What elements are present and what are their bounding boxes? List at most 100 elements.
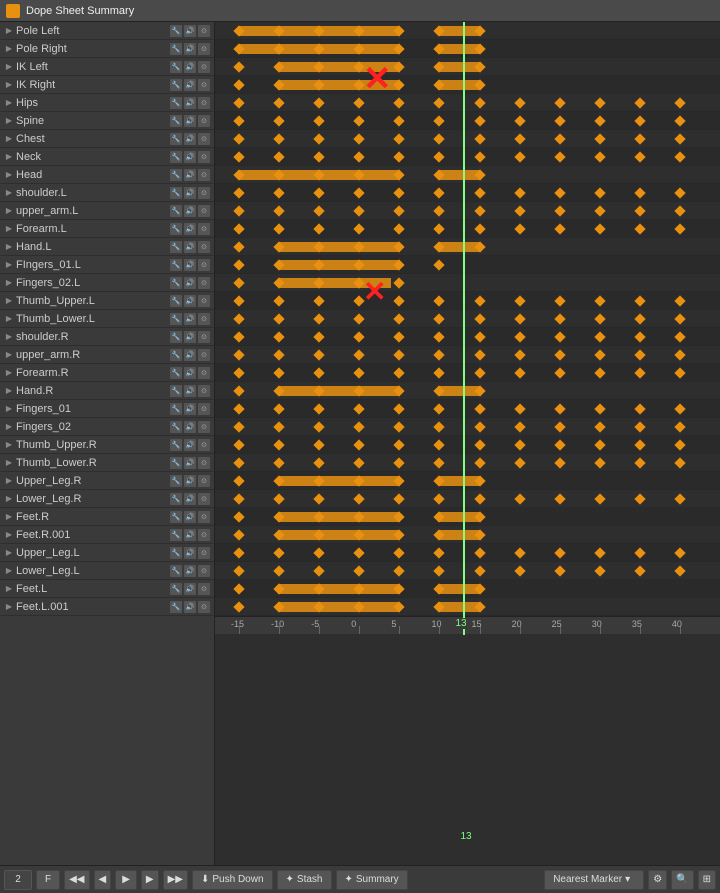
keyframe-diamond[interactable] (233, 529, 244, 540)
timeline-row[interactable] (215, 166, 720, 184)
timeline-row[interactable] (215, 292, 720, 310)
keyframe-diamond[interactable] (594, 403, 605, 414)
bone-icon-speaker[interactable]: 🔊 (184, 547, 196, 559)
bone-icon-restrict[interactable]: ⊙ (198, 43, 210, 55)
keyframe-diamond[interactable] (434, 313, 445, 324)
bone-item[interactable]: ▶ upper_arm.L 🔧 🔊 ⊙ (0, 202, 214, 220)
bone-item[interactable]: ▶ Thumb_Lower.L 🔧 🔊 ⊙ (0, 310, 214, 328)
keyframe-diamond[interactable] (314, 115, 325, 126)
timeline-area[interactable]: ✕ ✕ 13 -15-10-5051015202530354013 (215, 22, 720, 865)
keyframe-diamond[interactable] (233, 241, 244, 252)
keyframe-diamond[interactable] (434, 421, 445, 432)
keyframe-diamond[interactable] (314, 313, 325, 324)
keyframe-diamond[interactable] (314, 439, 325, 450)
timeline-row[interactable] (215, 562, 720, 580)
keyframe-diamond[interactable] (314, 421, 325, 432)
keyframe-diamond[interactable] (354, 439, 365, 450)
keyframe-diamond[interactable] (233, 133, 244, 144)
keyframe-diamond[interactable] (354, 115, 365, 126)
keyframe-diamond[interactable] (474, 223, 485, 234)
keyframe-diamond[interactable] (434, 97, 445, 108)
bone-item[interactable]: ▶ Head 🔧 🔊 ⊙ (0, 166, 214, 184)
keyframe-diamond[interactable] (634, 349, 645, 360)
bone-icon-wrench[interactable]: 🔧 (170, 151, 182, 163)
keyframe-diamond[interactable] (314, 403, 325, 414)
keyframe-diamond[interactable] (233, 601, 244, 612)
keyframe-diamond[interactable] (474, 313, 485, 324)
expand-arrow[interactable]: ▶ (4, 548, 14, 558)
expand-arrow[interactable]: ▶ (4, 602, 14, 612)
timeline-row[interactable] (215, 418, 720, 436)
keyframe-diamond[interactable] (273, 565, 284, 576)
keyframe-diamond[interactable] (594, 439, 605, 450)
keyframe-diamond[interactable] (634, 367, 645, 378)
keyframe-diamond[interactable] (674, 133, 685, 144)
timeline-row[interactable] (215, 346, 720, 364)
bone-icon-restrict[interactable]: ⊙ (198, 565, 210, 577)
bone-icon-speaker[interactable]: 🔊 (184, 601, 196, 613)
bone-icon-restrict[interactable]: ⊙ (198, 61, 210, 73)
keyframe-diamond[interactable] (394, 349, 405, 360)
timeline-row[interactable] (215, 436, 720, 454)
keyframe-diamond[interactable] (233, 187, 244, 198)
keyframe-diamond[interactable] (314, 187, 325, 198)
bone-item[interactable]: ▶ Pole Left 🔧 🔊 ⊙ (0, 22, 214, 40)
expand-arrow[interactable]: ▶ (4, 242, 14, 252)
keyframe-diamond[interactable] (273, 313, 284, 324)
keyframe-diamond[interactable] (514, 403, 525, 414)
keyframe-diamond[interactable] (233, 439, 244, 450)
keyframe-diamond[interactable] (233, 403, 244, 414)
bone-icon-restrict[interactable]: ⊙ (198, 475, 210, 487)
expand-arrow[interactable]: ▶ (4, 134, 14, 144)
bone-icon-wrench[interactable]: 🔧 (170, 259, 182, 271)
keyframe-diamond[interactable] (273, 493, 284, 504)
bone-icon-restrict[interactable]: ⊙ (198, 205, 210, 217)
bone-icon-wrench[interactable]: 🔧 (170, 331, 182, 343)
keyframe-diamond[interactable] (514, 187, 525, 198)
keyframe-diamond[interactable] (514, 133, 525, 144)
bone-item[interactable]: ▶ Thumb_Upper.L 🔧 🔊 ⊙ (0, 292, 214, 310)
keyframe-diamond[interactable] (394, 403, 405, 414)
keyframe-diamond[interactable] (554, 331, 565, 342)
keyframe-diamond[interactable] (273, 331, 284, 342)
keyframe-diamond[interactable] (354, 493, 365, 504)
keyframe-diamond[interactable] (314, 547, 325, 558)
keyframe-diamond[interactable] (394, 313, 405, 324)
keyframe-diamond[interactable] (554, 223, 565, 234)
bone-icon-wrench[interactable]: 🔧 (170, 475, 182, 487)
keyframe-diamond[interactable] (634, 151, 645, 162)
keyframe-diamond[interactable] (514, 97, 525, 108)
bone-item[interactable]: ▶ Fingers_02.L 🔧 🔊 ⊙ (0, 274, 214, 292)
bone-item[interactable]: ▶ Chest 🔧 🔊 ⊙ (0, 130, 214, 148)
bone-icon-speaker[interactable]: 🔊 (184, 115, 196, 127)
bone-icon-wrench[interactable]: 🔧 (170, 457, 182, 469)
timeline-row[interactable] (215, 328, 720, 346)
expand-arrow[interactable]: ▶ (4, 566, 14, 576)
keyframe-diamond[interactable] (434, 547, 445, 558)
bone-icon-restrict[interactable]: ⊙ (198, 367, 210, 379)
bone-item[interactable]: ▶ IK Right 🔧 🔊 ⊙ (0, 76, 214, 94)
keyframe-diamond[interactable] (674, 565, 685, 576)
keyframe-diamond[interactable] (354, 349, 365, 360)
keyframe-diamond[interactable] (634, 565, 645, 576)
keyframe-diamond[interactable] (554, 133, 565, 144)
timeline-row[interactable] (215, 130, 720, 148)
keyframe-diamond[interactable] (394, 97, 405, 108)
bone-item[interactable]: ▶ FIngers_01.L 🔧 🔊 ⊙ (0, 256, 214, 274)
timeline-row[interactable] (215, 274, 720, 292)
bone-item[interactable]: ▶ Thumb_Lower.R 🔧 🔊 ⊙ (0, 454, 214, 472)
keyframe-diamond[interactable] (474, 493, 485, 504)
expand-arrow[interactable]: ▶ (4, 332, 14, 342)
keyframe-diamond[interactable] (354, 565, 365, 576)
keyframe-diamond[interactable] (233, 331, 244, 342)
stash-btn[interactable]: ✦ Stash (277, 870, 332, 890)
keyframe-diamond[interactable] (674, 97, 685, 108)
expand-arrow[interactable]: ▶ (4, 386, 14, 396)
expand-arrow[interactable]: ▶ (4, 260, 14, 270)
keyframe-diamond[interactable] (233, 349, 244, 360)
keyframe-diamond[interactable] (514, 565, 525, 576)
keyframe-diamond[interactable] (394, 295, 405, 306)
keyframe-diamond[interactable] (233, 421, 244, 432)
bone-item[interactable]: ▶ Feet.L 🔧 🔊 ⊙ (0, 580, 214, 598)
keyframe-diamond[interactable] (354, 223, 365, 234)
